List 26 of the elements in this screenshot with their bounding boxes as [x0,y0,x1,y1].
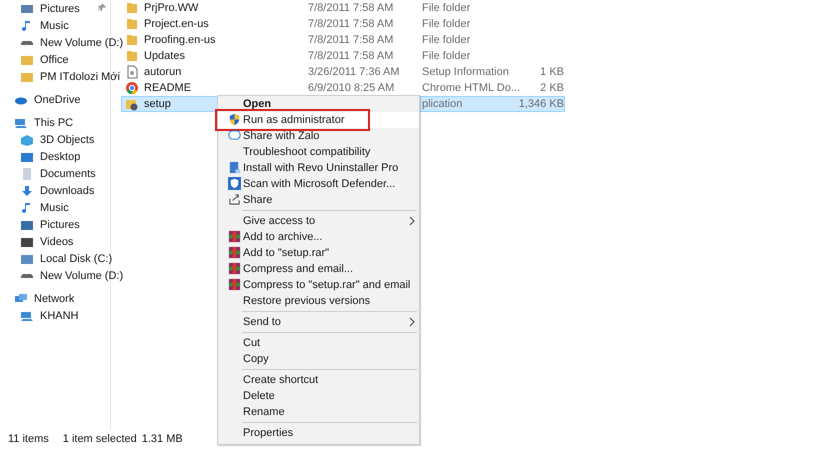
file-type: File folder [421,34,472,46]
file-date: 7/8/2011 7:58 AM [308,2,394,14]
file-date: 6/9/2010 8:25 AM [308,82,396,94]
selection-info: 1 item selected [62,432,137,444]
file-name: setup [144,98,171,110]
file-type: File folder [421,50,472,62]
file-date: 7/8/2011 7:58 AM [308,18,394,30]
file-date: 3/26/2011 7:36 AM [308,66,401,78]
file-name: README [144,82,192,94]
file-date: 7/8/2011 7:58 AM [308,50,394,62]
file-type: Setup Information [421,66,510,78]
file-type: File folder [421,2,472,14]
file-type: Chrome HTML Do... [421,82,518,94]
selection-size: 1.31 MB [142,432,183,444]
file-size: 1,346 KB [518,98,564,110]
file-name: Updates [144,50,185,62]
item-count: 11 items [8,432,49,444]
file-date: 7/8/2011 7:58 AM [308,34,394,46]
file-type: File folder [421,18,472,30]
file-name: Project.en-us [144,18,209,30]
file-name: PrjPro.WW [144,2,198,14]
file-size: 1 KB [539,66,564,78]
file-type: plication [421,98,464,110]
file-name: autorun [144,66,182,78]
file-size: 2 KB [539,82,564,94]
file-name: Proofing.en-us [144,34,216,46]
